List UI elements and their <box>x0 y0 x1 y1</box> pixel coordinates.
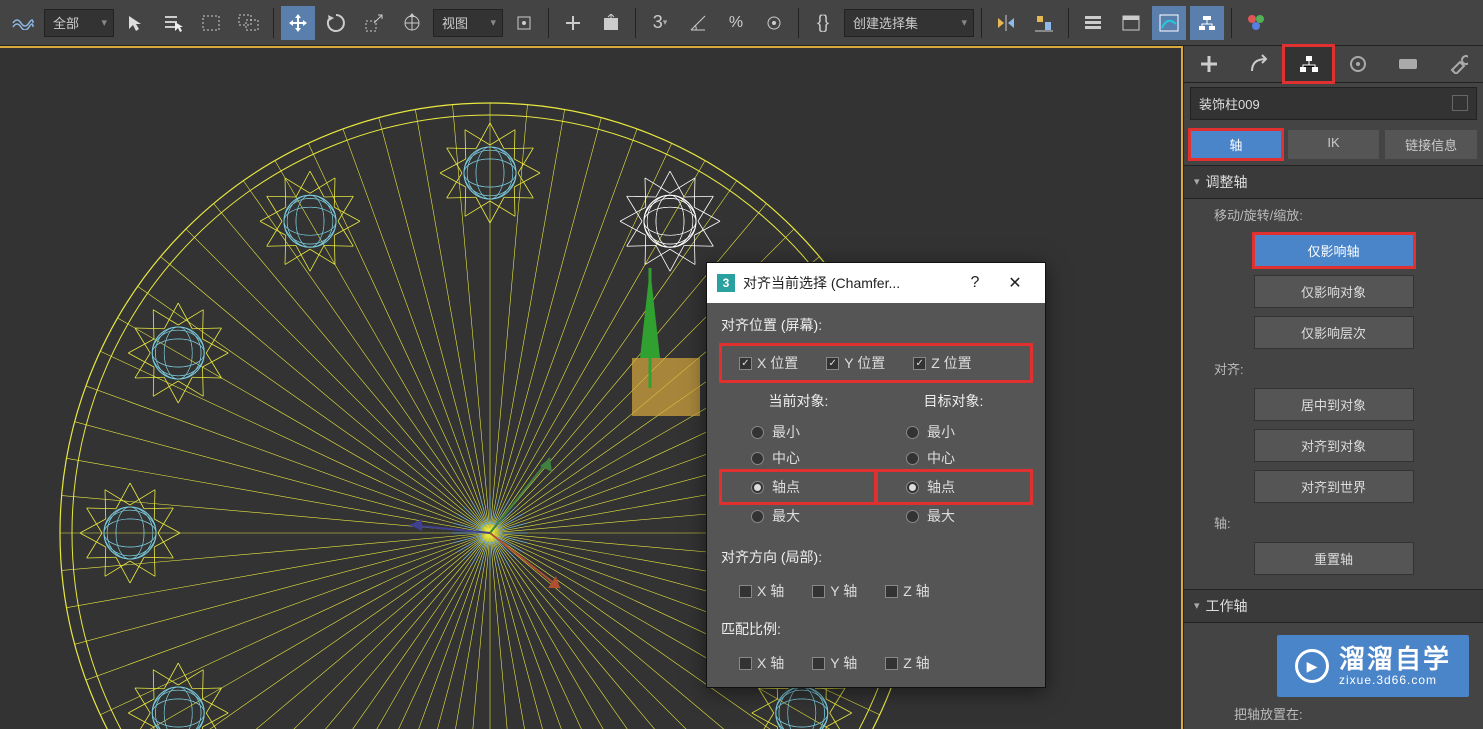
utilities-tab[interactable] <box>1433 46 1483 82</box>
target-center-radio[interactable]: 中心 <box>876 445 1031 471</box>
curve-editor-icon[interactable] <box>1152 6 1186 40</box>
link-info-subtab[interactable]: 链接信息 <box>1385 130 1477 159</box>
current-max-radio[interactable]: 最大 <box>721 503 876 529</box>
align-position-label: 对齐位置 (屏幕): <box>721 315 1031 335</box>
angle-snap-icon[interactable] <box>681 6 715 40</box>
align-to-world-button[interactable]: 对齐到世界 <box>1254 470 1414 503</box>
current-center-radio[interactable]: 中心 <box>721 445 876 471</box>
use-pivot-center-icon[interactable] <box>507 6 541 40</box>
schematic-view-icon[interactable] <box>1190 6 1224 40</box>
spinner-snap-icon[interactable] <box>757 6 791 40</box>
select-place-icon[interactable] <box>395 6 429 40</box>
toggle-ribbon-icon[interactable] <box>1114 6 1148 40</box>
z-scale-checkbox[interactable]: Z 轴 <box>885 653 929 673</box>
y-axis-checkbox[interactable]: Y 轴 <box>812 581 857 601</box>
object-name-field[interactable]: 装饰柱009 <box>1190 87 1477 120</box>
affect-pivot-only-button[interactable]: 仅影响轴 <box>1254 234 1414 267</box>
ref-coord-dropdown[interactable]: 视图 <box>433 9 503 37</box>
help-button[interactable]: ? <box>955 274 995 292</box>
reset-pivot-button[interactable]: 重置轴 <box>1254 542 1414 575</box>
z-axis-checkbox[interactable]: Z 轴 <box>885 581 929 601</box>
target-object-label: 目标对象: <box>876 391 1031 411</box>
select-scale-icon[interactable] <box>357 6 391 40</box>
adjust-pivot-rollout[interactable]: 调整轴 <box>1184 165 1483 199</box>
place-pivot-label: 把轴放置在: <box>1184 698 1483 729</box>
current-object-label: 当前对象: <box>721 391 876 411</box>
layer-explorer-icon[interactable] <box>1076 6 1110 40</box>
filter-label: 全部 <box>53 13 79 32</box>
select-move-icon[interactable] <box>281 6 315 40</box>
target-max-radio[interactable]: 最大 <box>876 503 1031 529</box>
dialog-title-text: 对齐当前选择 (Chamfer... <box>743 273 900 293</box>
watermark-title: 溜溜自学 <box>1339 645 1451 674</box>
mirror-icon[interactable] <box>989 6 1023 40</box>
affect-object-only-button[interactable]: 仅影响对象 <box>1254 275 1414 308</box>
dialog-titlebar[interactable]: 3 对齐当前选择 (Chamfer... ? ✕ <box>707 263 1045 303</box>
selset-label: 创建选择集 <box>853 13 918 32</box>
ref-coord-label: 视图 <box>442 13 468 32</box>
modify-tab[interactable] <box>1234 46 1284 82</box>
close-button[interactable]: ✕ <box>995 273 1035 293</box>
current-min-radio[interactable]: 最小 <box>721 419 876 445</box>
select-object-icon[interactable] <box>118 6 152 40</box>
y-scale-checkbox[interactable]: Y 轴 <box>812 653 857 673</box>
named-selection-dropdown[interactable]: 创建选择集 <box>844 9 974 37</box>
center-to-object-button[interactable]: 居中到对象 <box>1254 388 1414 421</box>
play-icon: ▶ <box>1295 649 1329 683</box>
z-position-checkbox[interactable]: ✓Z 位置 <box>913 353 971 373</box>
align-to-object-button[interactable]: 对齐到对象 <box>1254 429 1414 462</box>
select-manipulate-icon[interactable] <box>556 6 590 40</box>
pivot-section-label: 轴: <box>1184 507 1483 538</box>
affect-hierarchy-only-button[interactable]: 仅影响层次 <box>1254 316 1414 349</box>
color-swatch[interactable] <box>1452 95 1468 111</box>
wave-icon[interactable] <box>6 6 40 40</box>
ik-subtab[interactable]: IK <box>1288 130 1380 159</box>
move-rotate-scale-label: 移动/旋转/缩放: <box>1184 199 1483 230</box>
current-pivot-radio[interactable]: 轴点 <box>721 471 876 503</box>
x-axis-checkbox[interactable]: X 轴 <box>739 581 784 601</box>
select-rotate-icon[interactable] <box>319 6 353 40</box>
display-tab[interactable] <box>1383 46 1433 82</box>
rect-region-icon[interactable] <box>194 6 228 40</box>
align-orientation-label: 对齐方向 (局部): <box>721 547 1031 567</box>
align-dialog: 3 对齐当前选择 (Chamfer... ? ✕ 对齐位置 (屏幕): ✓X 位… <box>706 262 1046 688</box>
object-name-text: 装饰柱009 <box>1199 94 1260 113</box>
snap-toggle-3-icon[interactable]: 3▾ <box>643 6 677 40</box>
pivot-subtab[interactable]: 轴 <box>1190 130 1282 159</box>
x-position-checkbox[interactable]: ✓X 位置 <box>739 353 798 373</box>
hierarchy-tab[interactable] <box>1284 46 1334 82</box>
selection-filter-dropdown[interactable]: 全部 <box>44 9 114 37</box>
y-position-checkbox[interactable]: ✓Y 位置 <box>826 353 885 373</box>
align-section-label: 对齐: <box>1184 353 1483 384</box>
working-pivot-rollout[interactable]: 工作轴 <box>1184 589 1483 623</box>
select-by-name-icon[interactable] <box>156 6 190 40</box>
percent-snap-icon[interactable]: % <box>719 6 753 40</box>
edit-selection-set-icon[interactable]: {} <box>806 6 840 40</box>
watermark: ▶ 溜溜自学 zixue.3d66.com <box>1277 635 1469 697</box>
target-pivot-radio[interactable]: 轴点 <box>876 471 1031 503</box>
app-icon: 3 <box>717 274 735 292</box>
window-crossing-icon[interactable] <box>232 6 266 40</box>
align-icon[interactable] <box>1027 6 1061 40</box>
match-scale-label: 匹配比例: <box>721 619 1031 639</box>
keyboard-shortcut-icon[interactable] <box>594 6 628 40</box>
motion-tab[interactable] <box>1333 46 1383 82</box>
watermark-url: zixue.3d66.com <box>1339 674 1451 687</box>
main-toolbar: 全部 视图 3▾ % {} 创建选择集 <box>0 0 1483 46</box>
material-editor-icon[interactable] <box>1239 6 1273 40</box>
x-scale-checkbox[interactable]: X 轴 <box>739 653 784 673</box>
create-tab[interactable] <box>1184 46 1234 82</box>
target-min-radio[interactable]: 最小 <box>876 419 1031 445</box>
command-panel: 装饰柱009 轴 IK 链接信息 调整轴 移动/旋转/缩放: 仅影响轴 仅影响对… <box>1183 46 1483 729</box>
